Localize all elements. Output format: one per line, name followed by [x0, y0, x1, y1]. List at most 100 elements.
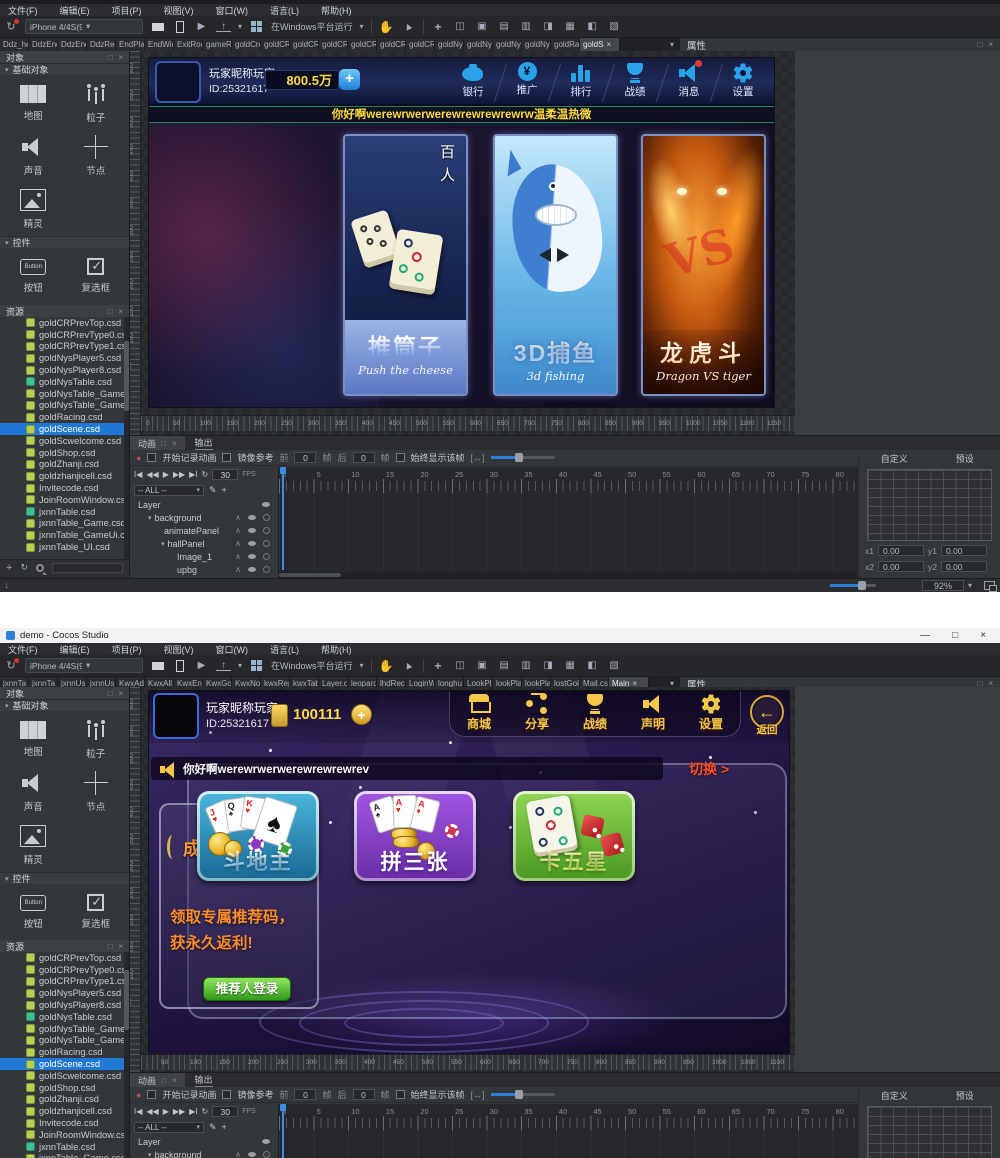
- always-show-checkbox[interactable]: [396, 1090, 405, 1099]
- toolbar-icon[interactable]: ▦: [563, 658, 578, 673]
- x1-input[interactable]: 0.00: [878, 545, 924, 556]
- palette-item-node[interactable]: 节点: [65, 772, 128, 813]
- solo-icon[interactable]: [263, 566, 270, 573]
- resource-item[interactable]: jxnnTable.csd: [0, 506, 124, 518]
- game-banner-dragon-tiger[interactable]: VS 龙虎斗 Dragon VS tiger: [641, 134, 766, 396]
- before-frames-input[interactable]: 0: [294, 452, 316, 463]
- scale-display-icon[interactable]: [984, 581, 995, 590]
- landscape-preview-icon[interactable]: [150, 19, 165, 34]
- float-panel-icon[interactable]: □: [107, 307, 112, 316]
- portrait-preview-icon[interactable]: [172, 658, 187, 673]
- palette-item-node[interactable]: 节点: [65, 136, 128, 177]
- resource-search-input[interactable]: [52, 563, 123, 573]
- palette-item-particle[interactable]: 粒子: [65, 719, 128, 760]
- palette-item-sprite[interactable]: 精灵: [2, 825, 65, 866]
- edit-icon[interactable]: ✎: [209, 485, 217, 496]
- game-nav-设置[interactable]: 设置: [682, 691, 740, 736]
- file-tab[interactable]: goldNy: [464, 38, 493, 51]
- cocos-refresh-icon[interactable]: ↻: [4, 659, 18, 673]
- resource-item[interactable]: goldCRPrevType0.csd: [0, 329, 124, 341]
- file-tab[interactable]: goldNy: [493, 38, 522, 51]
- float-panel-icon[interactable]: □: [977, 40, 982, 49]
- game-banner-tuitongzi[interactable]: 百人 推筒子 Push the c: [343, 134, 468, 396]
- select-tool-icon[interactable]: ►: [398, 17, 418, 37]
- float-panel-icon[interactable]: □: [161, 439, 166, 448]
- menu-item-2[interactable]: 编辑(E): [60, 643, 90, 656]
- float-panel-icon[interactable]: □: [107, 942, 112, 951]
- close-icon[interactable]: ×: [118, 942, 123, 951]
- resource-item[interactable]: goldCRPrevTop.csd: [0, 317, 124, 329]
- resource-item[interactable]: goldZhanji.csd: [0, 1094, 124, 1106]
- float-panel-icon[interactable]: □: [107, 53, 112, 62]
- add-animation-button[interactable]: +: [222, 1122, 227, 1132]
- menu-item-5[interactable]: 窗口(W): [216, 643, 249, 656]
- section-header[interactable]: ▾基础对象: [0, 699, 129, 711]
- y1-input[interactable]: 0.00: [941, 545, 987, 556]
- next-frame-button[interactable]: ▶▶: [173, 1107, 185, 1116]
- resource-item[interactable]: goldScwelcome.csd: [0, 1070, 124, 1082]
- visibility-icon[interactable]: [248, 1152, 256, 1157]
- publish-icon[interactable]: ↑: [216, 660, 231, 671]
- publish-icon[interactable]: ↑: [216, 21, 231, 32]
- tab-output[interactable]: 输出: [187, 436, 221, 450]
- game-card-doudizhu[interactable]: J♥ Q♠ K♥ 斗地主: [197, 791, 319, 881]
- record-icon[interactable]: ●: [136, 1090, 141, 1100]
- tab-animation[interactable]: 动画 □×: [130, 436, 185, 450]
- menu-item-1[interactable]: 文件(F): [8, 643, 38, 656]
- palette-item-map[interactable]: 地图: [2, 83, 65, 124]
- chevron-down-icon[interactable]: ▾: [238, 661, 242, 670]
- toolbar-icon[interactable]: ▧: [607, 658, 622, 673]
- game-preview[interactable]: 玩家昵称玩家 ID:25321617 800.5万 + 银行¥推广排行战绩消息设…: [148, 57, 775, 408]
- resource-item[interactable]: goldCRPrevType1.csd: [0, 341, 124, 353]
- palette-item-button[interactable]: Button按钮: [2, 892, 65, 930]
- palette-item-particle[interactable]: 粒子: [65, 83, 128, 124]
- fps-input[interactable]: 30: [212, 1106, 238, 1117]
- design-canvas[interactable]: 600550500450400350300250200150100500 玩家昵…: [130, 687, 795, 1072]
- last-frame-button[interactable]: ▶I: [189, 1107, 197, 1116]
- layer-filter-select[interactable]: -- ALL --▾: [134, 485, 204, 496]
- tab-animation[interactable]: 动画 □×: [130, 1073, 185, 1087]
- close-icon[interactable]: ×: [172, 439, 177, 448]
- visibility-icon[interactable]: [262, 502, 270, 507]
- layer-row-background[interactable]: ▾background∧: [130, 1148, 278, 1158]
- file-tab[interactable]: goldCR: [406, 38, 435, 51]
- playhead[interactable]: [282, 1104, 284, 1158]
- lock-toggle-icon[interactable]: ∧: [235, 539, 241, 548]
- resource-item[interactable]: goldShop.csd: [0, 447, 124, 459]
- toolbar-icon[interactable]: ▣: [475, 658, 490, 673]
- referrer-login-button[interactable]: 推荐人登录: [203, 977, 291, 1001]
- back-button[interactable]: ← 返回: [747, 695, 787, 739]
- resource-item[interactable]: goldScwelcome.csd: [0, 435, 124, 447]
- maximize-button[interactable]: □: [952, 630, 958, 641]
- curve-grid[interactable]: [867, 1106, 992, 1158]
- chevron-down-icon[interactable]: ▾: [360, 661, 364, 670]
- chevron-down-icon[interactable]: ▾: [968, 581, 972, 590]
- play-button[interactable]: ▶: [163, 1107, 169, 1116]
- resource-item[interactable]: goldzhanjicell.csd: [0, 470, 124, 482]
- file-tab[interactable]: goldRa: [551, 38, 580, 51]
- visibility-icon[interactable]: [248, 567, 256, 572]
- toolbar-icon[interactable]: ◫: [453, 658, 468, 673]
- menu-item-6[interactable]: 语言(L): [270, 4, 299, 17]
- resource-item[interactable]: goldNysTable_GameUi.cs: [0, 1035, 124, 1047]
- toolbar-icon[interactable]: ▤: [497, 19, 512, 34]
- resource-item[interactable]: goldCRPrevType0.csd: [0, 964, 124, 976]
- toolbar-icon[interactable]: ◧: [585, 658, 600, 673]
- float-panel-icon[interactable]: □: [161, 1076, 166, 1085]
- hand-tool-icon[interactable]: ✋: [379, 19, 394, 34]
- resource-item[interactable]: goldZhanji.csd: [0, 459, 124, 471]
- toolbar-icon[interactable]: ◨: [541, 658, 556, 673]
- layer-row-Image_1[interactable]: Image_1∧: [130, 550, 278, 563]
- menu-item-5[interactable]: 窗口(W): [216, 4, 249, 17]
- solo-icon[interactable]: [263, 527, 270, 534]
- game-nav-推广[interactable]: ¥推广: [500, 60, 554, 99]
- close-icon[interactable]: ×: [172, 1076, 177, 1085]
- record-icon[interactable]: ●: [136, 453, 141, 463]
- palette-item-button[interactable]: Button按钮: [2, 256, 65, 294]
- layer-row-upbg[interactable]: upbg∧: [130, 563, 278, 576]
- game-card-kawuxing[interactable]: 卡五星: [513, 791, 635, 881]
- lock-toggle-icon[interactable]: ∧: [235, 1150, 241, 1158]
- resource-item[interactable]: goldzhanjicell.csd: [0, 1105, 124, 1117]
- resource-item[interactable]: goldScene.csd: [0, 423, 124, 435]
- file-tab[interactable]: goldCR: [377, 38, 406, 51]
